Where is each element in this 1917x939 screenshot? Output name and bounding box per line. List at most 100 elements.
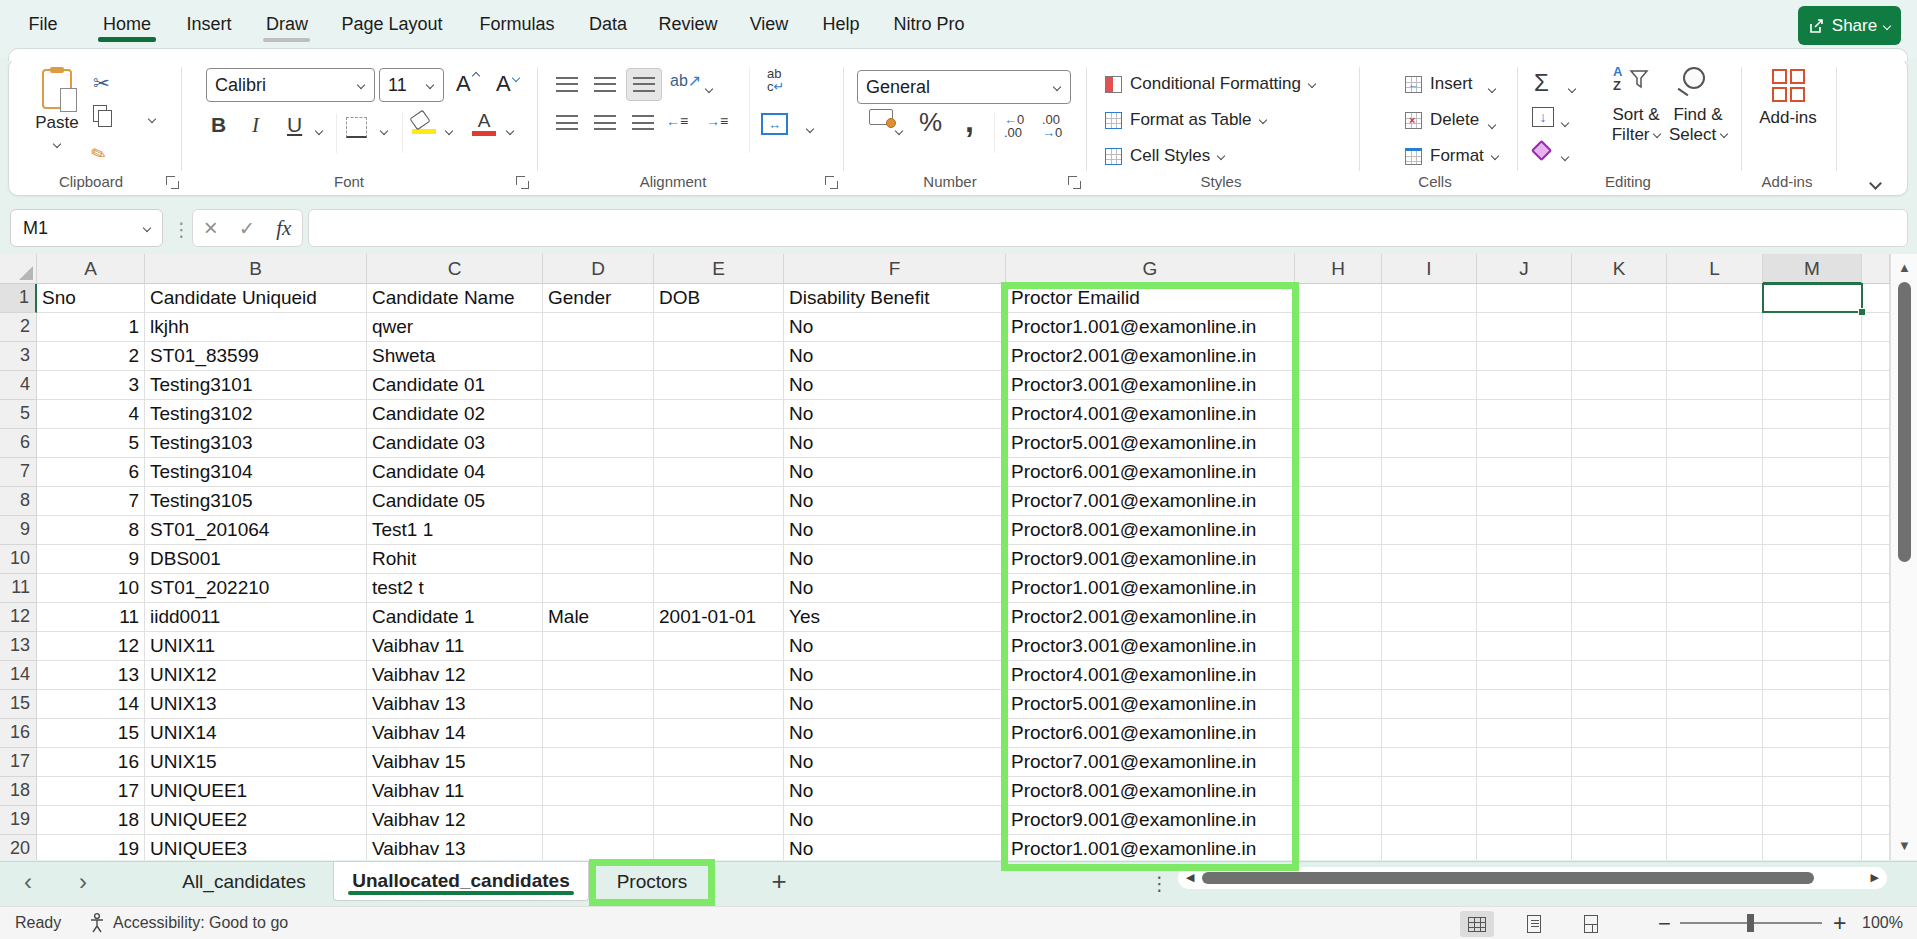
cell-B17[interactable]: UNIX15 — [145, 748, 367, 777]
cell-H16[interactable] — [1295, 719, 1382, 748]
cell-A18[interactable]: 17 — [37, 777, 145, 806]
row-header-9[interactable]: 9 — [0, 516, 37, 545]
row-header-6[interactable]: 6 — [0, 429, 37, 458]
cell-F7[interactable]: No — [784, 458, 1006, 487]
cell-J5[interactable] — [1477, 400, 1572, 429]
cell-D13[interactable] — [543, 632, 654, 661]
cell-C9[interactable]: Test1 1 — [367, 516, 543, 545]
column-header-K[interactable]: K — [1572, 254, 1667, 284]
cell-M4[interactable] — [1763, 371, 1862, 400]
cell-L7[interactable] — [1667, 458, 1763, 487]
cell-K19[interactable] — [1572, 806, 1667, 835]
borders-caret-icon[interactable] — [381, 123, 387, 141]
cell-H1[interactable] — [1295, 284, 1382, 313]
cell-N2[interactable] — [1862, 313, 1890, 342]
cell-D3[interactable] — [543, 342, 654, 371]
cell-N10[interactable] — [1862, 545, 1890, 574]
row-header-17[interactable]: 17 — [0, 748, 37, 777]
row-header-7[interactable]: 7 — [0, 458, 37, 487]
cell-H11[interactable] — [1295, 574, 1382, 603]
cell-K3[interactable] — [1572, 342, 1667, 371]
cell-J19[interactable] — [1477, 806, 1572, 835]
cell-F13[interactable]: No — [784, 632, 1006, 661]
cell-H10[interactable] — [1295, 545, 1382, 574]
cell-E3[interactable] — [654, 342, 784, 371]
cell-H5[interactable] — [1295, 400, 1382, 429]
cell-F1[interactable]: Disability Benefit — [784, 284, 1006, 313]
cell-L4[interactable] — [1667, 371, 1763, 400]
cell-N15[interactable] — [1862, 690, 1890, 719]
cell-B12[interactable]: iidd0011 — [145, 603, 367, 632]
cell-I13[interactable] — [1382, 632, 1477, 661]
alignment-dialog-launcher-icon[interactable] — [825, 176, 837, 188]
column-header-J[interactable]: J — [1477, 254, 1572, 284]
cell-C3[interactable]: Shweta — [367, 342, 543, 371]
cell-K10[interactable] — [1572, 545, 1667, 574]
cell-A8[interactable]: 7 — [37, 487, 145, 516]
name-box[interactable]: M1 — [10, 209, 163, 247]
cell-N18[interactable] — [1862, 777, 1890, 806]
cell-F14[interactable]: No — [784, 661, 1006, 690]
cell-K16[interactable] — [1572, 719, 1667, 748]
cell-M11[interactable] — [1763, 574, 1862, 603]
cell-K6[interactable] — [1572, 429, 1667, 458]
fx-icon[interactable]: fx — [276, 216, 291, 241]
zoom-in-button[interactable]: + — [1833, 910, 1846, 937]
cell-M16[interactable] — [1763, 719, 1862, 748]
column-header-L[interactable]: L — [1667, 254, 1763, 284]
cell-C14[interactable]: Vaibhav 12 — [367, 661, 543, 690]
cell-F17[interactable]: No — [784, 748, 1006, 777]
cell-N19[interactable] — [1862, 806, 1890, 835]
cell-K18[interactable] — [1572, 777, 1667, 806]
cell-N14[interactable] — [1862, 661, 1890, 690]
format-painter-button[interactable]: ✎ — [91, 143, 106, 165]
font-size-select[interactable]: 11 — [379, 68, 444, 102]
row-header-15[interactable]: 15 — [0, 690, 37, 719]
cell-I4[interactable] — [1382, 371, 1477, 400]
paste-button[interactable]: Paste — [27, 67, 87, 163]
delete-cells-button[interactable]: × Delete — [1405, 105, 1479, 135]
cell-B14[interactable]: UNIX12 — [145, 661, 367, 690]
addins-button[interactable]: Add-ins — [1755, 67, 1821, 128]
row-header-20[interactable]: 20 — [0, 835, 37, 860]
cell-D7[interactable] — [543, 458, 654, 487]
align-middle-button[interactable] — [594, 77, 616, 96]
cell-E17[interactable] — [654, 748, 784, 777]
cell-A3[interactable]: 2 — [37, 342, 145, 371]
cell-F4[interactable]: No — [784, 371, 1006, 400]
cell-J3[interactable] — [1477, 342, 1572, 371]
number-dialog-launcher-icon[interactable] — [1068, 176, 1080, 188]
zoom-out-button[interactable]: − — [1658, 911, 1671, 937]
row-header-19[interactable]: 19 — [0, 806, 37, 835]
cancel-icon[interactable]: × — [204, 218, 218, 238]
cell-M18[interactable] — [1763, 777, 1862, 806]
cell-A4[interactable]: 3 — [37, 371, 145, 400]
sheet-tab-all-candidates[interactable]: All_candidates — [155, 862, 333, 901]
cell-I17[interactable] — [1382, 748, 1477, 777]
comma-style-button[interactable]: , — [965, 103, 974, 140]
cell-H18[interactable] — [1295, 777, 1382, 806]
cell-J8[interactable] — [1477, 487, 1572, 516]
cell-D15[interactable] — [543, 690, 654, 719]
cell-D17[interactable] — [543, 748, 654, 777]
cell-H2[interactable] — [1295, 313, 1382, 342]
cell-I9[interactable] — [1382, 516, 1477, 545]
cell-F19[interactable]: No — [784, 806, 1006, 835]
conditional-formatting-button[interactable]: Conditional Formatting — [1105, 69, 1315, 99]
cell-styles-button[interactable]: Cell Styles — [1105, 141, 1224, 171]
accounting-format-button[interactable] — [869, 109, 893, 125]
sheet-nav-right-icon[interactable]: › — [79, 868, 87, 896]
cell-C1[interactable]: Candidate Name — [367, 284, 543, 313]
row-header-4[interactable]: 4 — [0, 371, 37, 400]
fill-button[interactable]: ↓ — [1532, 107, 1554, 127]
cell-C17[interactable]: Vaibhav 15 — [367, 748, 543, 777]
cell-J2[interactable] — [1477, 313, 1572, 342]
tab-data[interactable]: Data — [589, 14, 627, 35]
cell-L10[interactable] — [1667, 545, 1763, 574]
format-cells-button[interactable]: Format — [1405, 141, 1498, 171]
cell-C8[interactable]: Candidate 05 — [367, 487, 543, 516]
cell-D20[interactable] — [543, 835, 654, 860]
cell-L9[interactable] — [1667, 516, 1763, 545]
number-format-select[interactable]: General — [857, 70, 1071, 104]
cell-H8[interactable] — [1295, 487, 1382, 516]
